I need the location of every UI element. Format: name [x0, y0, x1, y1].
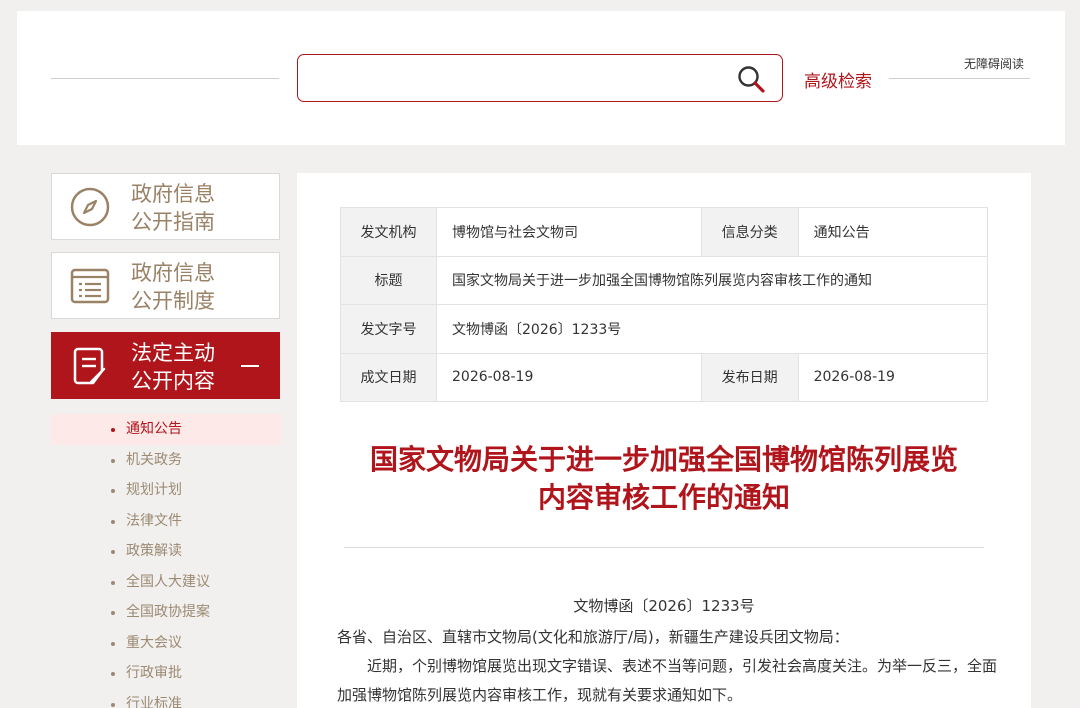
- search-box[interactable]: [297, 54, 783, 102]
- search-input[interactable]: [310, 63, 720, 93]
- sidebar-system[interactable]: 政府信息 公开制度: [51, 252, 280, 319]
- advanced-search-link[interactable]: 高级检索: [804, 67, 872, 92]
- document-edit-icon: [73, 347, 106, 385]
- docno-value: 文物博函〔2026〕1233号: [436, 304, 988, 354]
- header-divider-left: [51, 78, 279, 79]
- category-label: 信息分类: [700, 207, 799, 257]
- article-title: 国家文物局关于进一步加强全国博物馆陈列展览 内容审核工作的通知: [369, 443, 958, 514]
- bullet-icon: [111, 641, 115, 646]
- article-doc-number: 文物博函〔2026〕1233号: [573, 597, 755, 615]
- sidebar-statutory-content-label: 法定主动 公开内容: [131, 341, 215, 393]
- bullet-icon: [111, 702, 115, 707]
- site-header: 高级检索 无障碍阅读: [17, 11, 1065, 145]
- bullet-icon: [111, 428, 115, 432]
- issuer-value: 博物馆与社会文物司: [436, 207, 702, 257]
- sidebar-item-affairs[interactable]: 机关政务: [51, 445, 281, 476]
- sidebar-item-major-meetings[interactable]: 重大会议: [51, 628, 281, 659]
- bullet-icon: [111, 672, 115, 676]
- article-body: 各省、自治区、直辖市文物局(文化和旅游厅/局)，新疆生产建设兵团文物局： 近期，…: [337, 623, 1007, 708]
- sidebar-guide-label: 政府信息 公开指南: [131, 182, 215, 234]
- header-divider-right: [889, 78, 1030, 79]
- created-date-value: 2026-08-19: [436, 352, 702, 402]
- table-row: 成文日期 2026-08-19 发布日期 2026-08-19: [340, 352, 989, 402]
- bullet-icon: [111, 489, 115, 493]
- sidebar-item-policy-interpretation[interactable]: 政策解读: [51, 536, 281, 567]
- sidebar-item-plans[interactable]: 规划计划: [51, 475, 281, 506]
- compass-icon: [70, 187, 110, 227]
- sidebar-guide[interactable]: 政府信息 公开指南: [51, 173, 280, 240]
- accessibility-reading-link[interactable]: 无障碍阅读: [964, 55, 1024, 72]
- bullet-icon: [111, 519, 115, 524]
- title-divider: [344, 547, 984, 548]
- sidebar-item-laws[interactable]: 法律文件: [51, 506, 281, 537]
- title-label: 标题: [340, 255, 437, 305]
- document-meta-table: 发文机构 博物馆与社会文物司 信息分类 通知公告 标题 国家文物局关于进一步加强…: [340, 207, 989, 402]
- created-date-label: 成文日期: [340, 352, 437, 402]
- bullet-icon: [111, 611, 115, 615]
- article-paragraph: 近期，个别博物馆展览出现文字错误、表述不当等问题，引发社会高度关注。为举一反三，…: [337, 657, 998, 704]
- table-row: 发文字号 文物博函〔2026〕1233号: [340, 304, 988, 354]
- bullet-icon: [111, 458, 115, 463]
- table-row: 发文机构 博物馆与社会文物司 信息分类 通知公告: [340, 207, 989, 257]
- issuer-label: 发文机构: [340, 207, 437, 257]
- sidebar-sub-list: 通知公告 机关政务 规划计划 法律文件 政策解读 全国人大建议 全国政协提案 重…: [51, 414, 281, 708]
- collapse-icon[interactable]: [241, 365, 259, 367]
- published-date-value: 2026-08-19: [797, 352, 989, 402]
- sidebar-item-standards[interactable]: 行业标准: [51, 689, 281, 708]
- sidebar-item-notices[interactable]: 通知公告: [51, 414, 281, 445]
- list-document-icon: [70, 268, 110, 304]
- main-content: 发文机构 博物馆与社会文物司 信息分类 通知公告 标题 国家文物局关于进一步加强…: [297, 173, 1031, 708]
- sidebar-statutory-content[interactable]: 法定主动 公开内容: [51, 332, 280, 399]
- sidebar-item-npc-suggestions[interactable]: 全国人大建议: [51, 567, 281, 598]
- search-icon[interactable]: [736, 64, 766, 94]
- title-value: 国家文物局关于进一步加强全国博物馆陈列展览内容审核工作的通知: [436, 255, 988, 305]
- published-date-label: 发布日期: [700, 352, 799, 402]
- sidebar-system-label: 政府信息 公开制度: [131, 261, 215, 313]
- category-value: 通知公告: [797, 207, 989, 257]
- docno-label: 发文字号: [340, 304, 437, 354]
- bullet-icon: [111, 550, 115, 554]
- bullet-icon: [111, 580, 115, 585]
- sidebar-item-approvals[interactable]: 行政审批: [51, 658, 281, 689]
- sidebar-item-cppcc-proposals[interactable]: 全国政协提案: [51, 597, 281, 628]
- article-addressee: 各省、自治区、直辖市文物局(文化和旅游厅/局)，新疆生产建设兵团文物局：: [337, 628, 849, 646]
- table-row: 标题 国家文物局关于进一步加强全国博物馆陈列展览内容审核工作的通知: [340, 255, 988, 305]
